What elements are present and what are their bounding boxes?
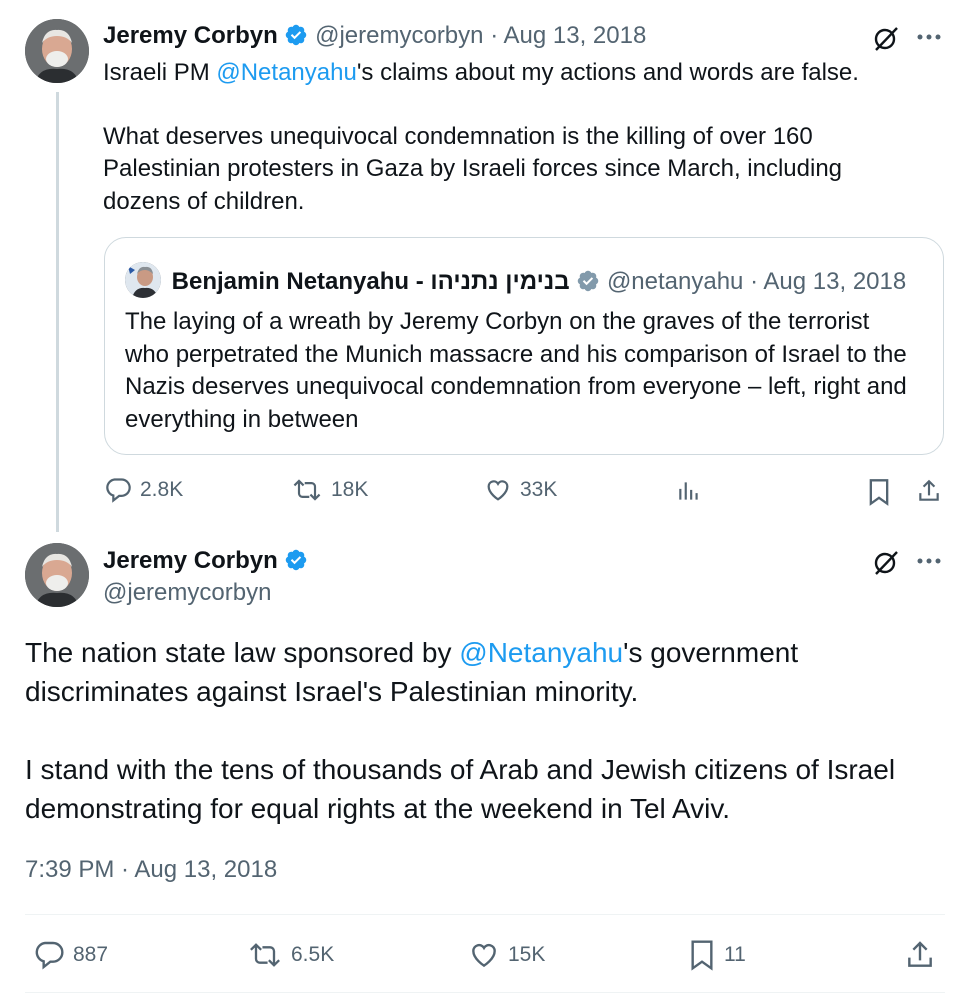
tweet1-header: Jeremy Corbyn @jeremycorbyn · Aug 13, 20… [103, 21, 646, 51]
bookmark-count: 11 [724, 943, 746, 966]
reply-count: 2.8K [140, 478, 184, 501]
quote-header: Benjamin Netanyahu - בנימין נתניהו @neta… [125, 262, 906, 298]
tweet1-paragraph2: What deserves unequivocal condemnation i… [103, 122, 843, 215]
divider [25, 914, 945, 915]
avatar-photo [25, 543, 89, 607]
avatar-photo [25, 19, 89, 83]
mention-link[interactable]: @Netanyahu [216, 59, 356, 86]
reply-icon [35, 941, 64, 970]
separator: · [750, 268, 759, 295]
bookmark-icon[interactable] [867, 478, 891, 506]
more-icon[interactable] [916, 30, 942, 44]
reply-icon [106, 478, 131, 503]
like-icon [487, 480, 509, 501]
reply-count: 887 [73, 943, 109, 966]
like-count: 33K [520, 478, 558, 501]
repost-button[interactable]: 6.5K [247, 939, 334, 971]
quote-author-handle: @netanyahu [606, 268, 744, 295]
author-name[interactable]: Jeremy Corbyn [103, 22, 278, 49]
views-icon[interactable] [676, 478, 702, 504]
tweet1-text: Israeli PM @Netanyahu's claims about my … [103, 57, 913, 218]
author-handle[interactable]: @jeremycorbyn [315, 22, 483, 49]
like-count: 15K [508, 943, 546, 966]
like-icon [472, 943, 496, 968]
tweet1-text-pre: Israeli PM [103, 59, 217, 86]
repost-button[interactable]: 18K [291, 476, 368, 504]
repost-icon [250, 943, 280, 967]
bookmark-icon [691, 940, 713, 971]
avatar[interactable] [25, 543, 89, 607]
quote-text: The laying of a wreath by Jeremy Corbyn … [125, 308, 907, 433]
separator: · [490, 22, 499, 49]
quote-author-name: Benjamin Netanyahu - בנימין נתניהו [171, 268, 570, 295]
quoted-tweet-card[interactable]: Benjamin Netanyahu - בנימין נתניהו @neta… [104, 237, 944, 455]
reply-button[interactable]: 2.8K [104, 476, 183, 504]
tweet2-name-row: Jeremy Corbyn [103, 546, 308, 576]
like-button[interactable]: 33K [484, 476, 557, 504]
share-icon[interactable] [904, 939, 936, 971]
grok-icon[interactable] [870, 22, 902, 54]
verified-badge-icon [286, 549, 307, 571]
author-name[interactable]: Jeremy Corbyn [103, 547, 278, 574]
verified-badge-icon [286, 24, 307, 46]
repost-icon [293, 479, 321, 501]
tweet-date[interactable]: Aug 13, 2018 [504, 22, 647, 49]
quote-date: Aug 13, 2018 [763, 268, 907, 295]
share-icon[interactable] [916, 478, 942, 504]
mention-link[interactable]: @Netanyahu [459, 637, 623, 668]
more-icon[interactable] [916, 554, 942, 568]
quote-avatar[interactable] [125, 262, 161, 298]
repost-count: 18K [331, 478, 369, 501]
reply-button[interactable]: 887 [33, 939, 108, 971]
bookmark-button[interactable]: 11 [688, 939, 746, 971]
verified-badge-icon [578, 270, 599, 292]
repost-count: 6.5K [291, 943, 335, 966]
author-handle[interactable]: @jeremycorbyn [103, 578, 308, 608]
tweet1-text-post: 's claims about my actions and words are… [356, 59, 859, 86]
tweet2-text-pre: The nation state law sponsored by [25, 637, 460, 668]
thread-line [56, 92, 59, 532]
quote-avatar-photo [125, 262, 161, 298]
tweet2-text: The nation state law sponsored by @Netan… [25, 633, 925, 828]
tweet-timestamp[interactable]: 7:39 PM · Aug 13, 2018 [25, 855, 277, 885]
divider [25, 992, 945, 993]
tweet1-line1: Israeli PM @Netanyahu's claims about my … [103, 57, 913, 90]
avatar[interactable] [25, 19, 89, 83]
tweet2-paragraph2: I stand with the tens of thousands of Ar… [25, 754, 896, 824]
tweet2-header: Jeremy Corbyn @jeremycorbyn [103, 546, 308, 608]
tweet2-paragraph1: The nation state law sponsored by @Netan… [25, 633, 835, 711]
grok-icon[interactable] [870, 546, 902, 578]
like-button[interactable]: 15K [468, 939, 545, 971]
